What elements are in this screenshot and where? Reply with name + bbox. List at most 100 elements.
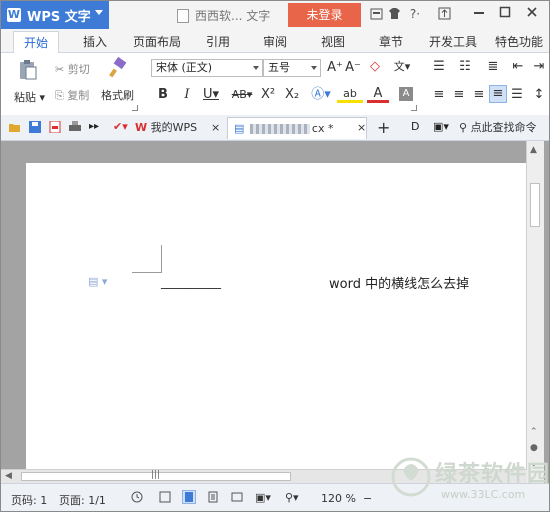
command-search[interactable]: ⚲ 点此查找命令 — [459, 117, 549, 139]
command-search-label: 点此查找命令 — [470, 121, 537, 134]
grow-font-button[interactable]: A⁺ — [327, 60, 343, 76]
shrink-font-button[interactable]: A⁻ — [345, 60, 361, 76]
blurred-filename — [249, 124, 310, 134]
wps-logo-icon: W — [7, 8, 21, 22]
copy-button[interactable]: ⎘ 复制 — [55, 87, 89, 103]
justify-icon[interactable]: ≡ — [489, 85, 507, 103]
chevron-down-icon — [311, 66, 317, 70]
decrease-indent-icon[interactable]: ⇤ — [509, 59, 527, 75]
fullscreen-icon[interactable] — [159, 491, 171, 503]
copy-label: 复制 — [67, 89, 90, 102]
tab-review[interactable]: 审阅 — [263, 33, 287, 50]
font-color-button[interactable]: A — [367, 86, 389, 103]
body-text: word 中的横线怎么去掉 — [329, 277, 470, 292]
chevron-down-icon — [95, 10, 103, 15]
distributed-align-icon[interactable]: ☰ — [509, 87, 525, 103]
maximize-button[interactable] — [494, 5, 516, 25]
phonetic-guide-button[interactable]: 文▾ — [391, 59, 413, 75]
close-button[interactable] — [521, 5, 543, 25]
vertical-scrollbar[interactable]: ▲ ⌃ ● ⌄ — [526, 141, 544, 483]
doc-tab-current[interactable]: ▤ cx * — [227, 117, 367, 139]
multilevel-list-icon[interactable]: ≣ — [483, 59, 503, 75]
cut-button[interactable]: ✂ 剪切 — [55, 61, 90, 77]
wps-window: W WPS 文字 西西软... 文字 未登录 ?· 开始 插入 页面布局 引用 … — [0, 0, 550, 512]
web-view-icon[interactable]: ▣▾ — [255, 491, 271, 504]
zoom-level[interactable]: 120 % — [321, 492, 356, 505]
wps-menu-button[interactable]: W WPS 文字 — [1, 1, 109, 29]
tab-view[interactable]: 视图 — [321, 33, 345, 50]
line-spacing-icon[interactable]: ↕ — [531, 87, 547, 103]
skin-icon[interactable] — [369, 7, 383, 21]
format-painter-button[interactable]: 格式刷 — [101, 87, 134, 103]
doc-tab-current-close-icon[interactable]: × — [357, 117, 366, 139]
reading-view-icon[interactable] — [231, 491, 243, 503]
document-page[interactable]: ▤ ▾ __________ word 中的横线怎么去掉 — [26, 163, 526, 483]
align-right-icon[interactable]: ≡ — [471, 87, 487, 103]
shirt-icon[interactable] — [387, 7, 401, 21]
document-title: 西西软... 文字 — [177, 7, 270, 24]
font-group-launcher[interactable] — [411, 105, 417, 111]
zoom-out-icon[interactable]: − — [363, 492, 372, 505]
character-shading-button[interactable]: A — [399, 87, 413, 101]
export-pdf-icon[interactable] — [49, 120, 61, 134]
underline-button[interactable]: U▾ — [201, 87, 221, 103]
increase-indent-icon[interactable]: ⇥ — [531, 59, 547, 75]
subscript-button[interactable]: X₂ — [283, 87, 301, 103]
location-icon[interactable]: ⚲▾ — [285, 491, 299, 504]
tab-references[interactable]: 引用 — [206, 33, 230, 50]
d-icon[interactable]: D — [411, 121, 423, 133]
ribbon-tabs: 开始 插入 页面布局 引用 审阅 视图 章节 开发工具 特色功能 — [1, 29, 549, 53]
paste-button[interactable]: 粘贴 ▾ — [14, 89, 45, 105]
tab-chapter[interactable]: 章节 — [379, 33, 403, 50]
new-tab-icon[interactable]: + — [377, 117, 390, 139]
font-size-select[interactable]: 五号 — [263, 59, 321, 77]
bold-button[interactable]: B — [157, 87, 169, 103]
font-name-select[interactable]: 宋体 (正文) — [151, 59, 263, 77]
title-bar: W WPS 文字 西西软... 文字 未登录 ?· — [1, 1, 549, 29]
doc-tab-my-wps[interactable]: W 我的WPS — [135, 117, 197, 139]
tab-menu-icon[interactable]: ▣▾ — [433, 121, 449, 133]
tab-developer[interactable]: 开发工具 — [429, 33, 477, 50]
clear-format-icon[interactable]: ◇ — [367, 59, 383, 75]
highlight-button[interactable]: ab — [337, 86, 363, 103]
scroll-left-icon[interactable]: ◀ — [5, 471, 12, 481]
align-center-icon[interactable]: ≡ — [451, 87, 467, 103]
pin-icon[interactable]: ✔▾ — [113, 121, 128, 133]
strikethrough-button[interactable]: AB▾ — [229, 87, 255, 103]
format-painter-icon[interactable] — [107, 56, 129, 79]
minimize-button[interactable] — [468, 5, 490, 25]
clipboard-group-launcher[interactable] — [132, 105, 138, 111]
tab-page-layout[interactable]: 页面布局 — [133, 33, 181, 50]
chevron-down-icon — [253, 66, 259, 70]
restore-ribbon-icon[interactable] — [437, 7, 451, 21]
help-button[interactable]: ?· — [405, 7, 425, 21]
paste-options-icon[interactable]: ▤ ▾ — [88, 275, 107, 288]
text-effect-button[interactable]: Ⓐ▾ — [311, 87, 331, 103]
tab-start[interactable]: 开始 — [13, 31, 60, 53]
print-icon[interactable] — [69, 121, 81, 133]
page-view-icon[interactable] — [182, 490, 196, 504]
watermark-brand: 绿茶软件园 — [435, 462, 550, 487]
history-icon[interactable] — [131, 491, 143, 503]
document-icon — [177, 8, 189, 23]
doc-tab-my-wps-label: 我的WPS — [150, 121, 198, 134]
align-left-icon[interactable]: ≡ — [431, 87, 447, 103]
paste-icon[interactable] — [17, 59, 39, 81]
scroll-up-icon[interactable]: ▲ — [530, 145, 537, 155]
prev-page-icon[interactable]: ⌃ — [530, 427, 538, 437]
tab-special-features[interactable]: 特色功能 — [495, 33, 543, 50]
italic-button[interactable]: I — [181, 87, 193, 103]
scrollbar-thumb[interactable] — [530, 183, 540, 227]
outline-view-icon[interactable] — [207, 491, 219, 503]
open-folder-icon[interactable] — [9, 121, 21, 133]
login-button[interactable]: 未登录 — [288, 3, 361, 27]
numbered-list-icon[interactable]: ☷ — [455, 59, 475, 75]
highlight-color-bar — [337, 100, 363, 103]
doc-tab-close-icon[interactable]: × — [211, 117, 220, 139]
bullet-list-icon[interactable]: ☰ — [429, 59, 449, 75]
more-commands-icon[interactable]: ▸▸ — [89, 121, 101, 133]
tab-insert[interactable]: 插入 — [83, 33, 107, 50]
superscript-button[interactable]: X² — [259, 87, 277, 103]
highlight-label: ab — [343, 87, 357, 100]
save-icon[interactable] — [29, 121, 41, 133]
